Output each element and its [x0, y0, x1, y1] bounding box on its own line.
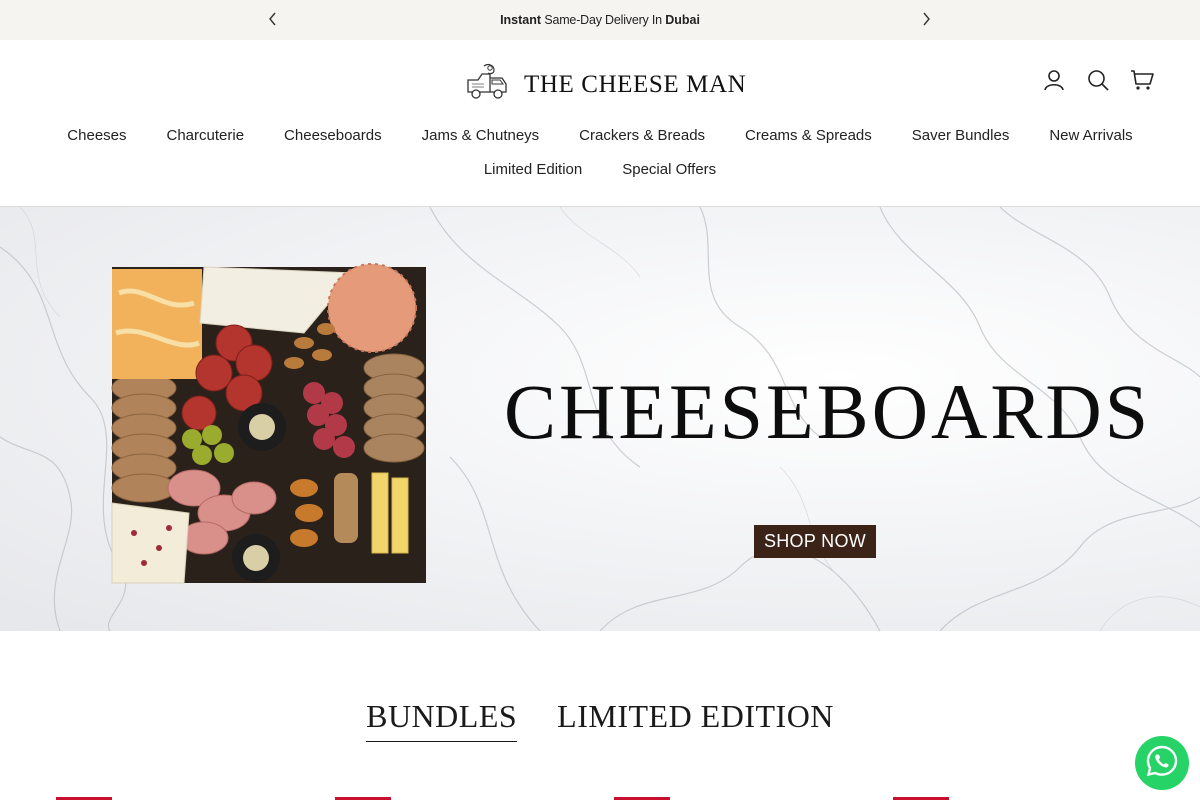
cart-button[interactable] — [1130, 69, 1154, 96]
brand-name: THE CHEESE MAN — [524, 70, 747, 98]
nav-link-special-offers[interactable]: Special Offers — [622, 161, 716, 178]
nav-link-cheeseboards[interactable]: Cheeseboards — [284, 127, 382, 144]
nav-link-charcuterie[interactable]: Charcuterie — [167, 127, 245, 144]
announcement-bold-prefix: Instant — [500, 13, 542, 27]
tab-limited-edition[interactable]: LIMITED EDITION — [557, 698, 834, 742]
site-logo[interactable]: THE CHEESE MAN — [464, 62, 746, 107]
nav-link-jams-chutneys[interactable]: Jams & Chutneys — [422, 127, 540, 144]
hero-title: CHEESEBOARDS — [504, 368, 1152, 455]
announcement-bar: Instant Same-Day Delivery In Dubai — [0, 0, 1200, 40]
delivery-truck-logo-icon — [464, 62, 510, 107]
header-actions — [1042, 69, 1154, 96]
chevron-left-icon — [268, 12, 278, 29]
tab-bundles[interactable]: BUNDLES — [366, 698, 518, 742]
main-nav-row-1: Cheeses Charcuterie Cheeseboards Jams & … — [0, 127, 1200, 144]
whatsapp-chat-button[interactable] — [1135, 736, 1189, 790]
nav-link-saver-bundles[interactable]: Saver Bundles — [912, 127, 1010, 144]
hero-banner[interactable]: CHEESEBOARDS SHOP NOW — [0, 207, 1200, 631]
collection-tabs: BUNDLES LIMITED EDITION — [0, 698, 1200, 742]
shop-now-button[interactable]: SHOP NOW — [754, 525, 876, 558]
nav-link-creams-spreads[interactable]: Creams & Spreads — [745, 127, 872, 144]
account-button[interactable] — [1042, 69, 1066, 96]
announcement-bold-suffix: Dubai — [665, 13, 700, 27]
announcement-text: Same-Day Delivery In — [541, 13, 666, 27]
cheeseboard-image — [111, 263, 426, 584]
main-nav-row-2: Limited Edition Special Offers — [0, 161, 1200, 178]
nav-link-crackers-breads[interactable]: Crackers & Breads — [579, 127, 705, 144]
search-icon — [1087, 69, 1109, 96]
nav-link-limited-edition[interactable]: Limited Edition — [484, 161, 582, 178]
announcement-message: Instant Same-Day Delivery In Dubai — [500, 13, 700, 27]
site-header: THE CHEESE MAN Cheeses Charcuterie Chees… — [0, 40, 1200, 207]
nav-link-cheeses[interactable]: Cheeses — [67, 127, 126, 144]
search-button[interactable] — [1086, 69, 1110, 96]
whatsapp-icon — [1145, 744, 1179, 783]
nav-link-new-arrivals[interactable]: New Arrivals — [1049, 127, 1132, 144]
chevron-right-icon — [921, 12, 931, 29]
announcement-prev-button[interactable] — [264, 11, 282, 29]
cart-icon — [1130, 69, 1154, 96]
announcement-next-button[interactable] — [917, 11, 935, 29]
account-icon — [1043, 69, 1065, 96]
